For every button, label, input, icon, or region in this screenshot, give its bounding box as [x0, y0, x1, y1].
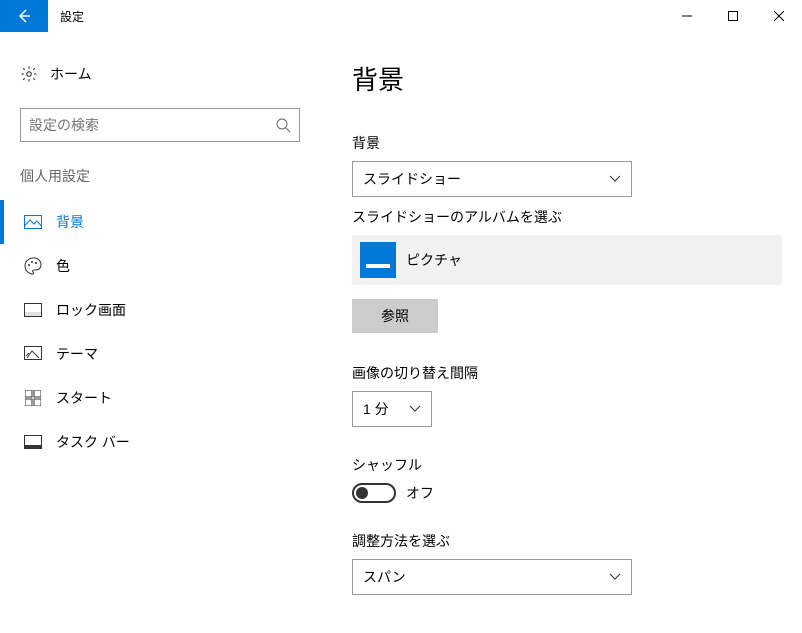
shuffle-label: シャッフル — [352, 455, 778, 475]
window-title: 設定 — [48, 0, 84, 32]
nav-item-label: 背景 — [56, 212, 84, 232]
fit-label: 調整方法を選ぶ — [352, 531, 778, 551]
album-label: スライドショーのアルバムを選ぶ — [352, 207, 778, 227]
home-label: ホーム — [50, 64, 92, 84]
background-dropdown[interactable]: スライドショー — [352, 161, 632, 197]
chevron-down-icon — [409, 405, 421, 413]
page-title: 背景 — [352, 60, 778, 97]
album-name: ピクチャ — [406, 250, 462, 270]
interval-dropdown[interactable]: 1 分 — [352, 391, 432, 427]
lockscreen-icon — [24, 303, 42, 317]
album-row[interactable]: ピクチャ — [352, 235, 782, 285]
nav-item-lockscreen[interactable]: ロック画面 — [0, 288, 320, 332]
close-button[interactable] — [756, 0, 802, 32]
start-icon — [24, 390, 42, 406]
nav-item-label: ロック画面 — [56, 300, 126, 320]
home-button[interactable]: ホーム — [0, 56, 320, 92]
interval-label: 画像の切り替え間隔 — [352, 363, 778, 383]
nav-item-label: テーマ — [56, 344, 98, 364]
main-content: 背景 背景 スライドショー スライドショーのアルバムを選ぶ ピクチャ 参照 画像… — [320, 32, 802, 633]
taskbar-icon — [24, 435, 42, 449]
gear-icon — [20, 65, 38, 83]
nav-item-background[interactable]: 背景 — [0, 200, 320, 244]
browse-button-label: 参照 — [381, 306, 409, 326]
nav-item-label: タスク バー — [56, 432, 130, 452]
sidebar: ホーム 個人用設定 背景 色 ロック画面 — [0, 32, 320, 633]
search-input[interactable] — [29, 117, 275, 133]
search-box[interactable] — [20, 108, 300, 142]
minimize-button[interactable] — [664, 0, 710, 32]
search-icon — [275, 117, 291, 133]
shuffle-state: オフ — [406, 483, 434, 503]
nav-item-start[interactable]: スタート — [0, 376, 320, 420]
fit-dropdown[interactable]: スパン — [352, 559, 632, 595]
browse-button[interactable]: 参照 — [352, 299, 438, 333]
sidebar-section-heading: 個人用設定 — [0, 166, 320, 200]
folder-tile-icon — [360, 242, 396, 278]
dropdown-value: 1 分 — [363, 399, 389, 419]
background-label: 背景 — [352, 133, 778, 153]
nav-item-label: 色 — [56, 256, 70, 276]
titlebar: 設定 — [0, 0, 802, 32]
nav-item-themes[interactable]: テーマ — [0, 332, 320, 376]
chevron-down-icon — [609, 175, 621, 183]
themes-icon — [24, 346, 42, 362]
maximize-button[interactable] — [710, 0, 756, 32]
nav-item-colors[interactable]: 色 — [0, 244, 320, 288]
palette-icon — [24, 257, 42, 275]
toggle-knob — [356, 487, 368, 499]
nav-item-label: スタート — [56, 388, 112, 408]
picture-icon — [24, 215, 42, 229]
nav-item-taskbar[interactable]: タスク バー — [0, 420, 320, 464]
back-button[interactable] — [0, 0, 48, 32]
chevron-down-icon — [609, 573, 621, 581]
dropdown-value: スライドショー — [363, 169, 461, 189]
shuffle-toggle[interactable] — [352, 483, 396, 503]
dropdown-value: スパン — [363, 567, 406, 587]
